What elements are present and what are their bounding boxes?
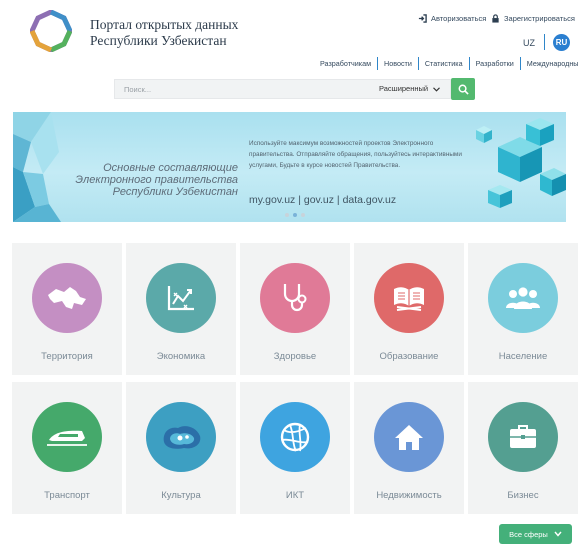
category-circle — [488, 263, 558, 333]
cubes-decoration-right — [476, 118, 566, 208]
site-title-line1: Портал открытых данных — [90, 17, 239, 32]
house-icon — [395, 425, 423, 450]
nav-news[interactable]: Новости — [378, 59, 418, 68]
all-spheres-label: Все сферы — [509, 529, 548, 539]
carousel-dots — [285, 213, 305, 217]
category-tile-culture[interactable]: Культура — [126, 382, 236, 514]
lang-separator — [544, 34, 545, 50]
category-circle — [374, 402, 444, 472]
top-navigation: Разработчикам Новости Статистика Разрабо… — [314, 56, 579, 70]
register-link[interactable]: Зарегистрироваться — [491, 14, 575, 23]
map-icon — [48, 287, 86, 309]
category-circle — [32, 402, 102, 472]
category-tile-territory[interactable]: Территория — [12, 243, 122, 375]
banner-headline-line3: Республики Узбекистан — [112, 186, 238, 198]
search-button[interactable] — [451, 78, 475, 100]
banner-description: Используйте максимум возможностей проект… — [249, 140, 462, 169]
login-link[interactable]: Авторизоваться — [418, 14, 486, 23]
category-tile-ict[interactable]: ИКТ — [240, 382, 350, 514]
category-tile-business[interactable]: Бизнес — [468, 382, 578, 514]
category-label: Население — [498, 351, 548, 362]
advanced-search-dropdown[interactable]: Расширенный — [379, 80, 440, 98]
category-label: Экономика — [156, 351, 206, 362]
cubes-decoration-left — [13, 112, 61, 222]
network-globe-icon — [280, 422, 310, 452]
paisley-icon — [163, 426, 201, 449]
banner-headline-line1: Основные составляющие — [103, 162, 238, 174]
category-tile-economy[interactable]: Экономика — [126, 243, 236, 375]
category-label: Культура — [161, 490, 201, 501]
chevron-down-icon — [433, 86, 440, 92]
chart-icon — [167, 286, 194, 311]
category-circle — [260, 263, 330, 333]
category-tile-education[interactable]: Образование — [354, 243, 464, 375]
category-label: Транспорт — [44, 490, 90, 501]
train-icon — [47, 430, 87, 446]
chevron-down-icon — [554, 531, 562, 537]
category-circle — [488, 402, 558, 472]
all-spheres-button[interactable]: Все сферы — [499, 524, 572, 544]
category-circle — [146, 263, 216, 333]
nav-developments[interactable]: Разработки — [470, 59, 520, 68]
carousel-dot-active[interactable] — [293, 213, 297, 217]
stethoscope-icon — [283, 284, 307, 312]
category-label: Недвижимость — [376, 490, 442, 501]
portal-logo[interactable] — [30, 10, 72, 52]
lock-icon — [492, 14, 499, 23]
briefcase-icon — [510, 425, 536, 448]
login-icon — [418, 14, 427, 23]
lang-ru-button[interactable]: RU — [553, 34, 570, 51]
category-tile-population[interactable]: Население — [468, 243, 578, 375]
category-label: Территория — [41, 351, 93, 362]
search-bar: Расширенный — [114, 79, 451, 99]
lang-uz-link[interactable]: UZ — [523, 38, 535, 48]
category-label: Бизнес — [507, 490, 539, 501]
register-label: Зарегистрироваться — [504, 14, 575, 23]
carousel-dot[interactable] — [285, 213, 289, 217]
category-circle — [146, 402, 216, 472]
banner-headline-line2: Электронного правительства — [75, 174, 238, 186]
login-label: Авторизоваться — [431, 14, 487, 23]
category-tile-health[interactable]: Здоровье — [240, 243, 350, 375]
people-icon — [506, 287, 540, 309]
category-circle — [374, 263, 444, 333]
category-tile-transport[interactable]: Транспорт — [12, 382, 122, 514]
nav-international[interactable]: Международный опыт — [521, 59, 579, 68]
banner-links[interactable]: my.gov.uz | gov.uz | data.gov.uz — [249, 194, 396, 206]
category-circle — [260, 402, 330, 472]
category-circle — [32, 263, 102, 333]
category-tile-real-estate[interactable]: Недвижимость — [354, 382, 464, 514]
category-label: ИКТ — [285, 490, 305, 501]
banner-headline: Основные составляющие Электронного прави… — [73, 162, 238, 198]
nav-statistics[interactable]: Статистика — [419, 59, 469, 68]
nav-developers[interactable]: Разработчикам — [314, 59, 377, 68]
category-label: Здоровье — [273, 351, 317, 362]
search-input[interactable] — [115, 80, 375, 98]
site-title-line2: Республики Узбекистан — [90, 33, 227, 48]
search-icon — [458, 84, 469, 95]
category-label: Образование — [379, 351, 439, 362]
site-title[interactable]: Портал открытых данных Республики Узбеки… — [90, 17, 260, 49]
carousel-dot[interactable] — [301, 213, 305, 217]
book-icon — [394, 287, 424, 311]
advanced-search-label: Расширенный — [379, 84, 429, 93]
promo-banner[interactable]: Основные составляющие Электронного прави… — [13, 112, 566, 222]
